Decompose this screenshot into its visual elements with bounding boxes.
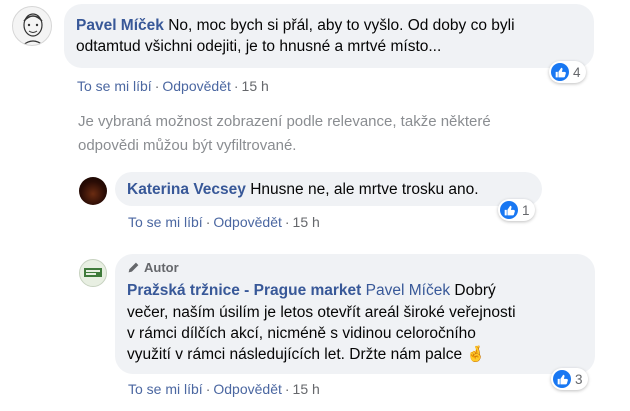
like-icon: [551, 63, 569, 81]
like-icon: [500, 201, 518, 219]
reply-text-line2: večer, naším úsilím je letos otevřít are…: [127, 304, 516, 321]
reply-button[interactable]: Odpovědět: [213, 214, 282, 230]
comment-text-line2: odtamtud všichni odejiti, je to hnusné a…: [76, 38, 442, 55]
timestamp[interactable]: 15 h: [242, 78, 269, 94]
reaction-summary[interactable]: 1: [498, 199, 535, 221]
crossed-fingers-emoji: 🤞: [466, 346, 486, 363]
reply-bubble: Autor Pražská tržnice - Prague market Pa…: [115, 254, 595, 374]
reply-author[interactable]: Pražská tržnice - Prague market: [127, 282, 361, 299]
comment-bubble: Pavel Míček No, moc bych si přál, aby to…: [64, 4, 594, 68]
reply-text-line3: v rámci dílčích akcí, nicméně s vidinou …: [127, 325, 476, 342]
avatar-katerina-vecsey[interactable]: [79, 177, 107, 205]
reaction-count: 4: [573, 64, 581, 80]
reply-text-line1: Dobrý: [454, 282, 496, 299]
reaction-summary[interactable]: 3: [551, 368, 588, 390]
notice-line1: Je vybraná možnost zobrazení podle relev…: [78, 113, 491, 130]
reply-author[interactable]: Katerina Vecsey: [127, 181, 246, 198]
reply-text: Hnusne ne, ale mrtve trosku ano.: [250, 181, 479, 198]
comment-text-line1: No, moc bych si přál, aby to vyšlo. Od d…: [168, 17, 515, 34]
reaction-count: 1: [522, 202, 530, 218]
reaction-count: 3: [575, 371, 583, 387]
pencil-icon: [128, 262, 139, 273]
market-logo-icon: [84, 268, 102, 277]
comment-author[interactable]: Pavel Míček: [76, 17, 164, 34]
avatar-prazska-trznice[interactable]: [79, 259, 107, 287]
reply-button[interactable]: Odpovědět: [162, 78, 231, 94]
author-badge: Autor: [144, 260, 179, 275]
relevance-notice: Je vybraná možnost zobrazení podle relev…: [78, 110, 491, 158]
reply-button[interactable]: Odpovědět: [213, 381, 282, 397]
avatar-pavel-micek[interactable]: [12, 6, 52, 46]
reply-text-line4: využití v rámci následujících let. Držte…: [127, 346, 463, 363]
like-icon: [553, 370, 571, 388]
reaction-summary[interactable]: 4: [549, 61, 586, 83]
like-button[interactable]: To se mi líbí: [128, 381, 203, 397]
reply-bubble: Katerina Vecsey Hnusne ne, ale mrtve tro…: [115, 172, 542, 206]
avatar-sketch-icon: [22, 13, 44, 45]
timestamp[interactable]: 15 h: [293, 381, 320, 397]
timestamp[interactable]: 15 h: [293, 214, 320, 230]
like-button[interactable]: To se mi líbí: [77, 78, 152, 94]
like-button[interactable]: To se mi líbí: [128, 214, 203, 230]
notice-line2: odpovědi můžou být vyfiltrované.: [78, 137, 297, 154]
mention-link[interactable]: Pavel Míček: [366, 282, 450, 299]
